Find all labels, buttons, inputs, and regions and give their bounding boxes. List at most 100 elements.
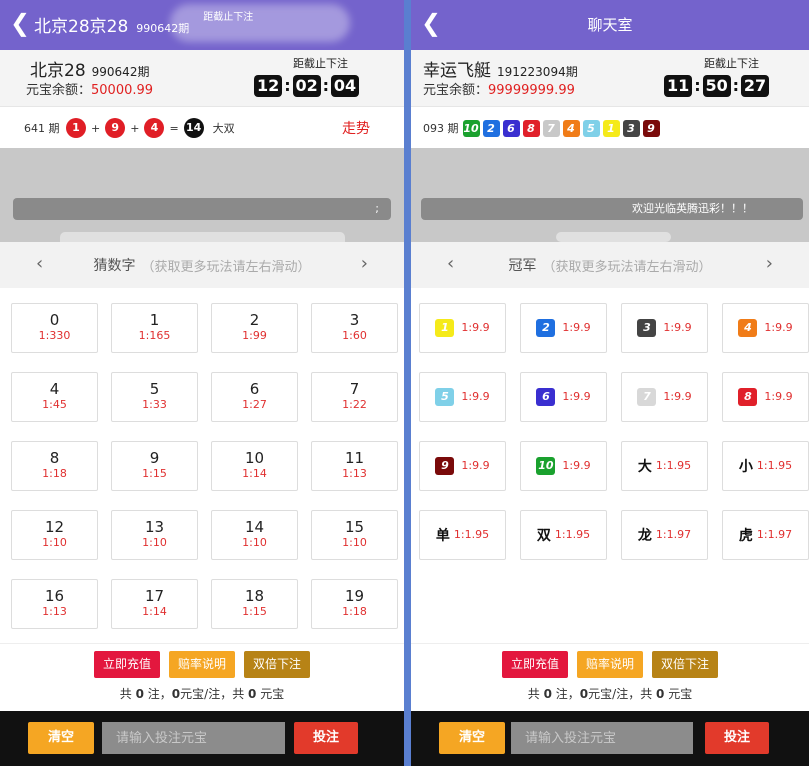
odds-button[interactable]: 赔率说明 bbox=[168, 651, 235, 678]
chevron-left-icon[interactable]: ‹ bbox=[447, 253, 454, 274]
bet-option[interactable]: 7 1:9.9 bbox=[621, 372, 708, 422]
chevron-left-icon[interactable]: ‹ bbox=[36, 253, 43, 274]
bet-option[interactable]: 4 1:45 bbox=[11, 372, 98, 422]
bet-option[interactable]: 5 1:33 bbox=[111, 372, 198, 422]
clear-button[interactable]: 清空 bbox=[28, 722, 94, 754]
double-bet-button[interactable]: 双倍下注 bbox=[652, 651, 719, 678]
option-odds: 1:15 bbox=[142, 467, 167, 480]
tab-hint: （获取更多玩法请左右滑动） bbox=[141, 259, 311, 275]
bet-option[interactable]: 11 1:13 bbox=[311, 441, 398, 491]
bet-option[interactable]: 4 1:9.9 bbox=[722, 303, 809, 353]
bet-option[interactable]: 2 1:9.9 bbox=[520, 303, 607, 353]
blur-overlay bbox=[170, 4, 350, 42]
result-ball: 1 bbox=[66, 118, 86, 138]
recharge-button[interactable]: 立即充值 bbox=[93, 651, 160, 678]
bet-option[interactable]: 5 1:9.9 bbox=[419, 372, 506, 422]
bet-amount-input[interactable] bbox=[511, 722, 693, 754]
bet-option[interactable]: 17 1:14 bbox=[111, 579, 198, 629]
bet-option[interactable]: 6 1:27 bbox=[211, 372, 298, 422]
back-icon[interactable]: ❮ bbox=[10, 8, 30, 38]
game-info: 北京28 990642期 元宝余额：50000.99 距截止下注 12:02:04 bbox=[0, 50, 404, 107]
bet-option[interactable]: 6 1:9.9 bbox=[520, 372, 607, 422]
bet-option[interactable]: 大 1:1.95 bbox=[621, 441, 708, 491]
bet-option[interactable]: 0 1:330 bbox=[11, 303, 98, 353]
option-odds: 1:14 bbox=[142, 605, 167, 618]
result-text: 大双 bbox=[212, 122, 235, 135]
option-label: 双 bbox=[536, 528, 551, 544]
odds-button[interactable]: 赔率说明 bbox=[576, 651, 643, 678]
tab-hint: （获取更多玩法请左右滑动） bbox=[542, 259, 712, 275]
bet-option[interactable]: 8 1:9.9 bbox=[722, 372, 809, 422]
option-odds: 1:18 bbox=[342, 605, 367, 618]
bet-option[interactable]: 10 1:14 bbox=[211, 441, 298, 491]
bet-bar: 清空 投注 bbox=[411, 711, 809, 766]
clear-button[interactable]: 清空 bbox=[439, 722, 505, 754]
bet-option[interactable]: 16 1:13 bbox=[11, 579, 98, 629]
number-square: 8 bbox=[738, 388, 758, 406]
bet-option[interactable]: 龙 1:1.97 bbox=[621, 510, 708, 560]
recharge-button[interactable]: 立即充值 bbox=[501, 651, 568, 678]
result-square: 3 bbox=[622, 119, 640, 137]
tab-title[interactable]: 冠军 bbox=[508, 255, 536, 275]
bet-grid: 1 1:9.9 2 1:9.9 3 1:9.9 4 1:9.9 5 1:9.9 6 1:9.9 7 1:9… bbox=[411, 288, 809, 643]
bet-option[interactable]: 13 1:10 bbox=[111, 510, 198, 560]
number-square: 2 bbox=[536, 319, 556, 337]
chevron-right-icon[interactable]: › bbox=[361, 253, 368, 274]
bet-option[interactable]: 2 1:99 bbox=[211, 303, 298, 353]
bet-option[interactable]: 9 1:9.9 bbox=[419, 441, 506, 491]
game-info: 幸运飞艇 191223094期 元宝余额：99999999.99 距截止下注 11… bbox=[411, 50, 809, 107]
bet-option[interactable]: 15 1:10 bbox=[311, 510, 398, 560]
bet-option[interactable]: 1 1:165 bbox=[111, 303, 198, 353]
option-number: 10 bbox=[244, 449, 265, 467]
option-odds: 1:1.95 bbox=[655, 459, 692, 472]
result-ball: 4 bbox=[144, 118, 165, 138]
option-number: 14 bbox=[244, 518, 265, 536]
bet-option[interactable]: 7 1:22 bbox=[311, 372, 398, 422]
bet-option[interactable]: 双 1:1.95 bbox=[520, 510, 607, 560]
bet-summary: 共 0 注，0元宝/注，共 0 元宝 bbox=[527, 687, 693, 701]
submit-bet-button[interactable]: 投注 bbox=[705, 722, 769, 754]
bet-option[interactable]: 小 1:1.95 bbox=[722, 441, 809, 491]
option-number: 4 bbox=[49, 380, 60, 398]
right-panel: ❮ 聊天室 幸运飞艇 191223094期 元宝余额：99999999.99 距截… bbox=[411, 0, 809, 766]
bet-option[interactable]: 14 1:10 bbox=[211, 510, 298, 560]
option-odds: 1:9.9 bbox=[764, 321, 793, 334]
bet-option[interactable]: 9 1:15 bbox=[111, 441, 198, 491]
chevron-right-icon[interactable]: › bbox=[766, 253, 773, 274]
option-number: 9 bbox=[149, 449, 160, 467]
option-odds: 1:22 bbox=[342, 398, 367, 411]
option-odds: 1:10 bbox=[342, 536, 367, 549]
bet-option[interactable]: 单 1:1.95 bbox=[419, 510, 506, 560]
result-square: 4 bbox=[562, 119, 580, 137]
bet-option[interactable]: 1 1:9.9 bbox=[419, 303, 506, 353]
option-number: 18 bbox=[244, 587, 265, 605]
option-odds: 1:9.9 bbox=[663, 390, 692, 403]
double-bet-button[interactable]: 双倍下注 bbox=[244, 651, 311, 678]
submit-bet-button[interactable]: 投注 bbox=[294, 722, 358, 754]
bet-option[interactable]: 3 1:60 bbox=[311, 303, 398, 353]
tab-title[interactable]: 猜数字 bbox=[93, 255, 135, 275]
option-odds: 1:9.9 bbox=[461, 459, 490, 472]
countdown-label: 距截止下注 bbox=[704, 57, 759, 70]
bet-amount-input[interactable] bbox=[102, 722, 285, 754]
balance: 元宝余额：99999999.99 bbox=[423, 83, 575, 98]
bet-option[interactable]: 虎 1:1.97 bbox=[722, 510, 809, 560]
bet-option[interactable]: 18 1:15 bbox=[211, 579, 298, 629]
option-odds: 1:27 bbox=[242, 398, 267, 411]
game-name: 北京28 990642期 bbox=[30, 61, 150, 81]
option-odds: 1:165 bbox=[138, 329, 171, 342]
chat-bubble bbox=[556, 232, 671, 242]
bet-option[interactable]: 10 1:9.9 bbox=[520, 441, 607, 491]
bet-option[interactable]: 12 1:10 bbox=[11, 510, 98, 560]
trend-link[interactable]: 走势 bbox=[342, 118, 370, 138]
bet-option[interactable]: 8 1:18 bbox=[11, 441, 98, 491]
option-odds: 1:10 bbox=[42, 536, 67, 549]
number-grid: 0 1:330 1 1:165 2 1:99 3 1:60 4 1:45 5 1:33 6 1:27 7 1:… bbox=[0, 288, 404, 643]
option-odds: 1:99 bbox=[242, 329, 267, 342]
countdown-timer: 12:02:04 bbox=[254, 75, 359, 97]
chat-area: 欢迎光临英腾迅彩！！！ bbox=[411, 148, 809, 242]
option-number: 2 bbox=[249, 311, 260, 329]
option-number: 5 bbox=[149, 380, 160, 398]
bet-option[interactable]: 3 1:9.9 bbox=[621, 303, 708, 353]
bet-option[interactable]: 19 1:18 bbox=[311, 579, 398, 629]
